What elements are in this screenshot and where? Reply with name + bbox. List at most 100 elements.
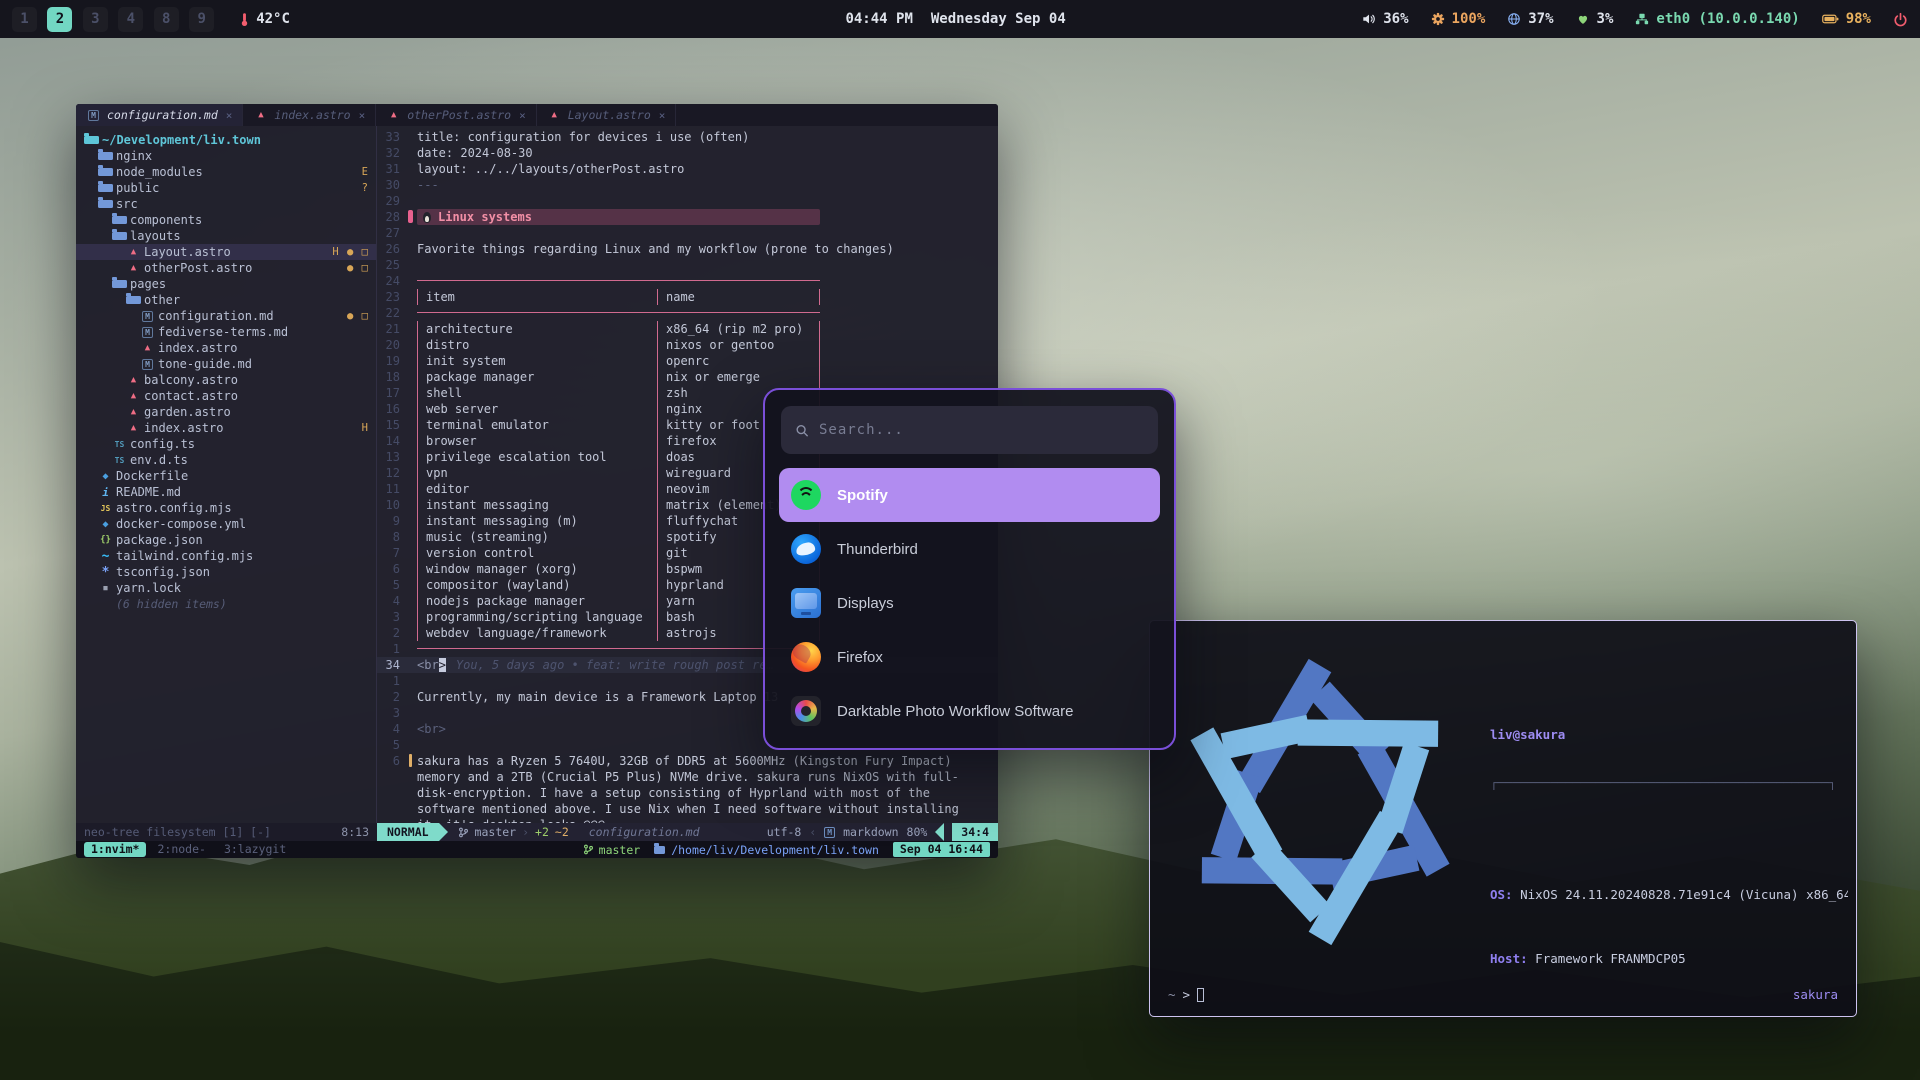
line-number: 8	[377, 529, 407, 545]
tree-item[interactable]: public ?	[76, 180, 376, 196]
tree-item-label: tailwind.config.mjs	[116, 549, 253, 563]
git-status-marker: ● □	[347, 262, 376, 274]
tree-item[interactable]: docker-compose.yml	[76, 516, 376, 532]
buffer-line[interactable]: 29	[377, 193, 998, 209]
tree-item[interactable]: garden.astro	[76, 404, 376, 420]
editor-tab[interactable]: configuration.md ×	[76, 104, 243, 126]
table-row[interactable]: 20 distro nixos or gentoo	[377, 337, 998, 353]
tree-item[interactable]: Dockerfile	[76, 468, 376, 484]
file-icon	[126, 260, 141, 276]
buffer-line[interactable]: 33 title: configuration for devices i us…	[377, 129, 998, 145]
file-icon	[112, 280, 127, 288]
tab-close-icon[interactable]: ×	[226, 109, 233, 122]
tree-item[interactable]: balcony.astro	[76, 372, 376, 388]
buffer-paragraph-line[interactable]: 6 sakura has a Ryzen 5 7640U, 32GB of DD…	[377, 753, 998, 823]
tree-item[interactable]: layouts	[76, 228, 376, 244]
table-row[interactable]: 18 package manager nix or emerge	[377, 369, 998, 385]
tmux-window-tab[interactable]: 3:lazygit	[217, 842, 293, 857]
tree-item[interactable]: astro.config.mjs	[76, 500, 376, 516]
launcher-item[interactable]: Displays	[779, 576, 1160, 630]
editor-tab[interactable]: otherPost.astro ×	[376, 104, 536, 126]
tab-close-icon[interactable]: ×	[659, 109, 666, 122]
search-input[interactable]	[819, 422, 1144, 438]
table-cell-item: package manager	[417, 369, 657, 385]
line-text: Currently, my main device is a Framework…	[417, 689, 778, 705]
buffer-line[interactable]: 31 layout: ../../layouts/otherPost.astro	[377, 161, 998, 177]
line-text: title: configuration for devices i use (…	[417, 129, 749, 145]
tree-item[interactable]: tsconfig.json	[76, 564, 376, 580]
line-number: 6	[377, 561, 407, 577]
tmux-window-tab[interactable]: 2:node-	[150, 842, 212, 857]
temperature-value: 42°C	[256, 11, 290, 27]
tree-item[interactable]: tailwind.config.mjs	[76, 548, 376, 564]
fetch-info-label: Kernel:	[1490, 1015, 1543, 1017]
editor-tab[interactable]: Layout.astro ×	[537, 104, 677, 126]
tab-close-icon[interactable]: ×	[519, 109, 526, 122]
tree-item[interactable]: tone-guide.md	[76, 356, 376, 372]
workspace-button[interactable]: 3	[83, 7, 108, 32]
workspace-button[interactable]: 2	[47, 7, 72, 32]
line-number: 17	[377, 385, 407, 401]
file-icon	[98, 152, 113, 160]
launcher-item[interactable]: Thunderbird	[779, 522, 1160, 576]
git-status-marker: ● □	[347, 310, 376, 322]
file-tree[interactable]: ~/Development/liv.town nginx node_module…	[76, 126, 377, 823]
tree-item[interactable]: env.d.ts	[76, 452, 376, 468]
launcher-search-box[interactable]	[781, 406, 1158, 454]
line-number: 6	[377, 753, 407, 769]
prompt-hostname: sakura	[1793, 987, 1838, 1003]
shell-prompt[interactable]: ~ >	[1168, 987, 1204, 1003]
tree-item[interactable]: configuration.md ● □	[76, 308, 376, 324]
search-icon	[795, 423, 809, 438]
table-header-row[interactable]: 23 item name	[377, 289, 998, 305]
workspace-button[interactable]: 1	[12, 7, 37, 32]
tree-item[interactable]: pages	[76, 276, 376, 292]
buffer-line[interactable]: 27	[377, 225, 998, 241]
tree-item[interactable]: index.astro H	[76, 420, 376, 436]
tree-item[interactable]: node_modules E	[76, 164, 376, 180]
table-cell-item: nodejs package manager	[417, 593, 657, 609]
workspace-button[interactable]: 9	[189, 7, 214, 32]
tab-label: Layout.astro	[568, 108, 651, 122]
buffer-line[interactable]: 25	[377, 257, 998, 273]
tree-item[interactable]: fediverse-terms.md	[76, 324, 376, 340]
line-number: 25	[377, 257, 407, 273]
tree-item[interactable]: (6 hidden items)	[76, 596, 376, 612]
launcher-item[interactable]: Darktable Photo Workflow Software	[779, 684, 1160, 738]
tree-item[interactable]: nginx	[76, 148, 376, 164]
tree-item-label: contact.astro	[144, 389, 238, 403]
tree-item[interactable]: src	[76, 196, 376, 212]
tree-item-label: astro.config.mjs	[116, 501, 232, 515]
tab-close-icon[interactable]: ×	[359, 109, 366, 122]
buffer-line-heading[interactable]: 28 Linux systems	[377, 209, 998, 225]
line-text: ---	[417, 177, 439, 193]
table-row[interactable]: 21 architecture x86_64 (rip m2 pro)	[377, 321, 998, 337]
tree-item[interactable]: components	[76, 212, 376, 228]
workspace-button[interactable]: 4	[118, 7, 143, 32]
table-row[interactable]: 19 init system openrc	[377, 353, 998, 369]
tree-item[interactable]: contact.astro	[76, 388, 376, 404]
power-button[interactable]	[1893, 12, 1908, 27]
tree-item[interactable]: config.ts	[76, 436, 376, 452]
workspace-button[interactable]: 8	[154, 7, 179, 32]
launcher-item[interactable]: Spotify	[779, 468, 1160, 522]
file-icon	[140, 308, 155, 324]
launcher-item[interactable]: Firefox	[779, 630, 1160, 684]
tree-item[interactable]: yarn.lock	[76, 580, 376, 596]
editor-tab[interactable]: index.astro ×	[243, 104, 376, 126]
tree-item[interactable]: package.json	[76, 532, 376, 548]
tree-item[interactable]: other	[76, 292, 376, 308]
tree-item[interactable]: otherPost.astro ● □	[76, 260, 376, 276]
buffer-line[interactable]: 26 Favorite things regarding Linux and m…	[377, 241, 998, 257]
tree-item[interactable]: ~/Development/liv.town	[76, 132, 376, 148]
tree-item[interactable]: index.astro	[76, 340, 376, 356]
tmux-window-tab[interactable]: 1:nvim*	[84, 842, 146, 857]
buffer-line[interactable]: 30 ---	[377, 177, 998, 193]
folder-icon	[654, 846, 665, 854]
line-number: 20	[377, 337, 407, 353]
buffer-line[interactable]: 32 date: 2024-08-30	[377, 145, 998, 161]
tree-item[interactable]: README.md	[76, 484, 376, 500]
tree-item[interactable]: Layout.astro H ● □	[76, 244, 376, 260]
line-number: 31	[377, 161, 407, 177]
tree-item-label: yarn.lock	[116, 581, 181, 595]
